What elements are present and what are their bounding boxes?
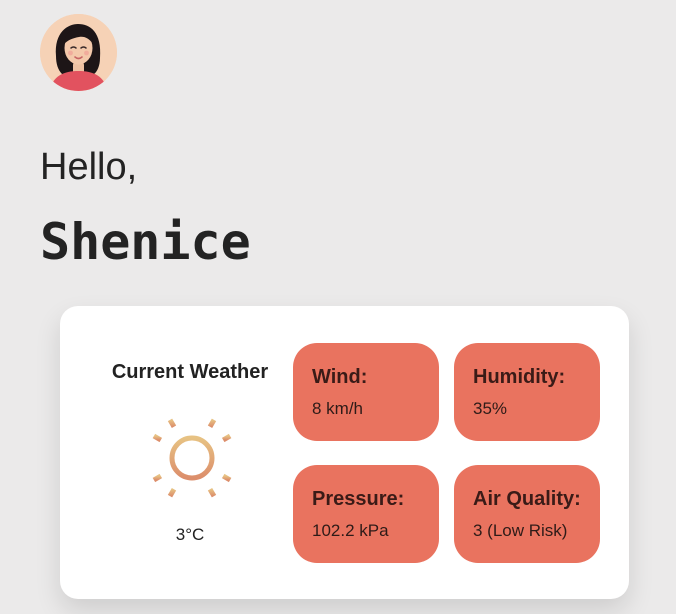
sun-icon (144, 410, 240, 506)
wind-value: 8 km/h (312, 399, 364, 418)
user-name: Shenice (40, 213, 251, 271)
humidity-tile: Humidity: 35% (454, 343, 600, 441)
wind-tile: Wind: 8 km/h (293, 343, 439, 441)
temperature-value: 3°C (175, 525, 205, 544)
current-weather-title: Current Weather (111, 361, 269, 383)
pressure-label: Pressure: (312, 488, 405, 510)
greeting-text: Hello, (40, 146, 138, 188)
humidity-value: 35% (473, 399, 508, 418)
air-quality-value: 3 (Low Risk) (473, 521, 568, 540)
avatar-illustration (40, 14, 117, 91)
user-avatar-icon[interactable] (40, 14, 117, 91)
pressure-tile: Pressure: 102.2 kPa (293, 465, 439, 563)
weather-card: Current Weather 3°C Wind: 8 km/h Humidit… (60, 306, 629, 599)
air-quality-tile: Air Quality: 3 (Low Risk) (454, 465, 600, 563)
weather-dashboard: Hello, Shenice Current Weather 3°C Wind:… (0, 0, 676, 614)
wind-label: Wind: (312, 366, 368, 388)
air-quality-label: Air Quality: (473, 488, 581, 510)
humidity-label: Humidity: (473, 366, 566, 388)
pressure-value: 102.2 kPa (312, 521, 389, 540)
